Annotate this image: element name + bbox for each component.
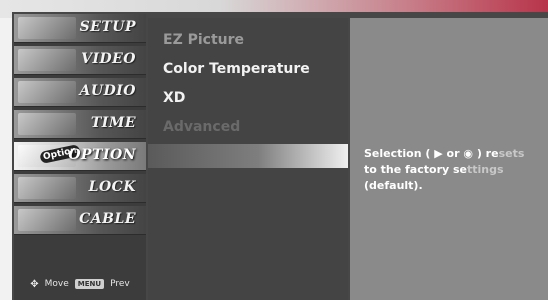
menu-item-label: TIME: [90, 115, 136, 131]
menu-item-label: OPTION: [68, 147, 136, 163]
submenu-item-color-temperature[interactable]: Color Temperature: [163, 57, 310, 81]
four-way-arrow-icon: ✥: [30, 278, 39, 290]
ok-button-icon: ◉: [463, 147, 473, 160]
video-thumbnail-icon: [18, 49, 76, 71]
menu-item-label: LOCK: [88, 179, 136, 195]
move-hint-label: Move: [44, 279, 69, 289]
category-menu: SETUP VIDEO AUDIO TIME Option OPTION LOC…: [14, 14, 146, 300]
menu-item-cable[interactable]: CABLE: [14, 206, 146, 235]
menu-key-icon: MENU: [74, 279, 105, 289]
menu-item-option[interactable]: Option OPTION: [14, 142, 146, 171]
setup-thumbnail-icon: [18, 17, 76, 39]
menu-item-video[interactable]: VIDEO: [14, 46, 146, 75]
audio-thumbnail-icon: [18, 81, 76, 103]
right-arrow-icon: ▶: [434, 147, 443, 160]
lock-thumbnail-icon: [18, 177, 76, 199]
menu-item-audio[interactable]: AUDIO: [14, 78, 146, 107]
help-line-2: to the factory settings: [364, 163, 504, 176]
menu-item-time[interactable]: TIME: [14, 110, 146, 139]
menu-item-label: AUDIO: [79, 83, 136, 99]
submenu-item-xd[interactable]: XD: [163, 86, 185, 110]
help-line-3: (default).: [364, 179, 423, 192]
menu-footer-hints: ✥ Move MENU Prev: [14, 268, 146, 300]
submenu-item-advanced[interactable]: Advanced: [163, 115, 240, 139]
submenu-item-ez-picture[interactable]: EZ Picture: [163, 28, 244, 52]
help-text: Selection ( ▶ or ◉ ) resets to the facto…: [364, 146, 540, 194]
help-line-1: Selection ( ▶ or ◉ ) resets: [364, 147, 525, 160]
menu-item-label: CABLE: [79, 211, 136, 227]
menu-item-label: SETUP: [79, 19, 136, 35]
prev-hint-label: Prev: [110, 279, 130, 289]
menu-item-setup[interactable]: SETUP: [14, 14, 146, 43]
picture-submenu: EZ Picture Color Temperature XD Advanced: [148, 18, 348, 300]
menu-item-lock[interactable]: LOCK: [14, 174, 146, 203]
time-thumbnail-icon: [18, 113, 76, 135]
menu-item-label: VIDEO: [81, 51, 136, 67]
help-info-panel: Selection ( ▶ or ◉ ) resets to the facto…: [350, 18, 548, 300]
cable-thumbnail-icon: [18, 209, 76, 231]
submenu-item-reset-highlight[interactable]: [148, 144, 348, 168]
